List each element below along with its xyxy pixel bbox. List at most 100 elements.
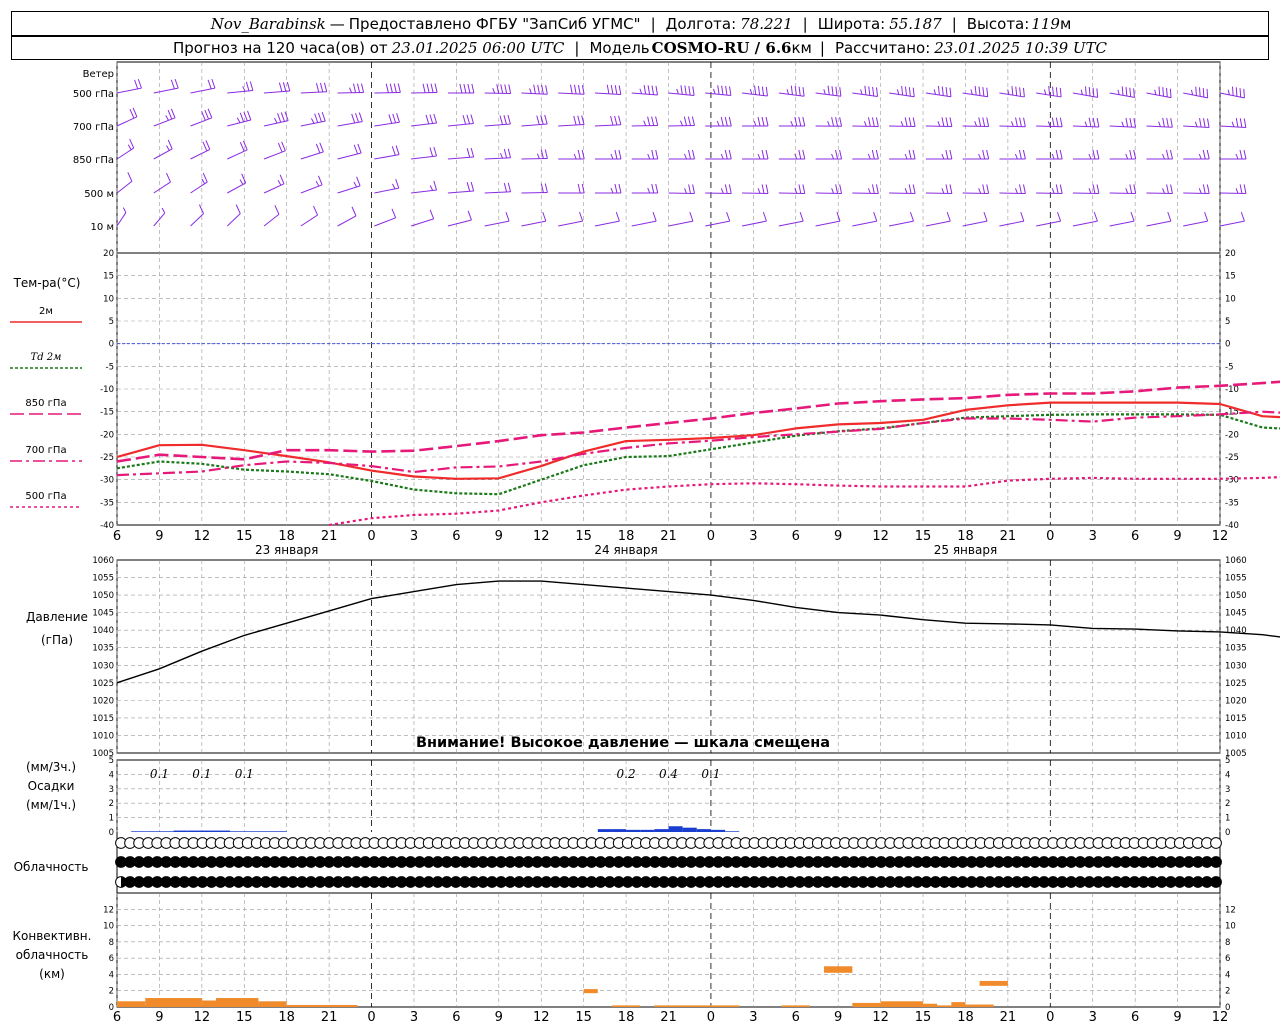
temperature-xtick: 0	[707, 529, 715, 544]
convective-xtick: 9	[495, 1010, 503, 1024]
precip-label-1: 0.1	[192, 767, 211, 781]
pressure-ytick-left: 1050	[92, 591, 114, 601]
convective-xtick: 9	[155, 1010, 163, 1024]
temperature-ytick-left: -15	[100, 408, 114, 418]
wind-barb-flag	[129, 138, 135, 149]
wind-barb-flag	[610, 153, 614, 160]
wind-barb-flag	[1239, 184, 1243, 194]
wind-barb-flag	[503, 182, 508, 193]
wind-barb-flag	[134, 79, 139, 90]
convective-xtick: 6	[452, 1010, 460, 1024]
wind-barb-flag	[802, 87, 805, 97]
convective-bar	[965, 1004, 994, 1007]
wind-barb-flag	[618, 85, 622, 95]
wind-barb-flag	[1166, 117, 1169, 128]
day-label-0: 23 января	[255, 543, 318, 557]
wind-barb-flag	[606, 84, 610, 94]
wind-barb-flag	[798, 149, 802, 160]
wind-barb-flag	[761, 116, 765, 127]
wind-barb-flag	[728, 116, 732, 127]
wind-barb-flag	[1206, 184, 1210, 194]
wind-barb-flag	[1092, 117, 1096, 127]
convective-xtick: 9	[1173, 1010, 1181, 1024]
wind-barb-staff	[999, 220, 1024, 227]
wind-barb-flag	[982, 87, 985, 97]
wind-barb-flag	[161, 207, 166, 214]
wind-barb-flag	[429, 209, 435, 220]
wind-barb-flag	[433, 113, 438, 124]
convective-bar	[611, 1005, 641, 1007]
wind-barb-staff	[1219, 220, 1245, 227]
precip-bar	[187, 830, 202, 832]
wind-barb-staff	[116, 212, 127, 227]
wind-barb-flag	[1121, 121, 1125, 127]
wind-barb-flag	[1162, 188, 1165, 194]
wind-barb-flag	[655, 116, 659, 126]
temperature-ytick-right: 15	[1225, 272, 1236, 282]
wind-barb-flag	[167, 139, 173, 150]
wind-barb-flag	[1088, 153, 1092, 160]
wind-barb-staff	[300, 184, 323, 194]
wind-barb-flag	[647, 116, 651, 126]
temperature-series-2	[116, 380, 1280, 463]
wind-barb-flag	[544, 114, 548, 125]
temperature-ytick-left: -20	[100, 430, 114, 440]
temperature-ytick-right: 20	[1225, 249, 1236, 259]
wind-barb-flag	[430, 83, 434, 93]
wind-barb-flag	[503, 148, 508, 159]
wind-barb-flag	[466, 148, 471, 158]
wind-barb-staff	[300, 214, 318, 227]
wind-barb-flag	[317, 175, 323, 185]
wind-barb-flag	[618, 149, 622, 160]
wind-barb-flag	[1055, 87, 1058, 97]
wind-barb-staff	[668, 220, 694, 227]
wind-barb-flag	[651, 85, 655, 95]
wind-barb-flag	[569, 84, 573, 94]
wind-barb-staff	[227, 90, 253, 94]
convective-ytick-right: 6	[1225, 954, 1230, 964]
wind-barb-flag	[982, 117, 986, 127]
pressure-ytick-left: 1045	[92, 609, 114, 619]
wind-barb-flag	[391, 146, 396, 156]
precip-ytick-right: 1	[1225, 814, 1230, 824]
wind-barb-flag	[467, 210, 472, 221]
pressure-ytick-left: 1030	[92, 661, 114, 671]
wind-barb-staff	[374, 154, 400, 160]
wind-barb-flag	[867, 188, 871, 194]
meteogram-chart: -40 -40-35 -35-30 -30-25 -25-20 -20-15 -15-10-…	[10, 61, 1280, 1024]
temperature-ytick-left: 10	[103, 294, 114, 304]
wind-barb-flag	[912, 117, 916, 127]
wind-barb-staff	[925, 220, 951, 227]
wind-barb-flag	[434, 83, 438, 93]
wind-barb-staff	[815, 220, 841, 227]
wind-barb-flag	[839, 184, 843, 194]
wind-barb-flag	[1170, 118, 1173, 128]
wind-barb-flag	[761, 184, 765, 194]
wind-barb-staff	[153, 148, 173, 160]
wind-barb-flag	[610, 187, 614, 194]
wind-barb-flag	[831, 188, 835, 194]
wind-barb-flag	[137, 78, 142, 89]
pressure-ytick-right: 1010	[1225, 731, 1247, 741]
wind-barb-flag	[720, 116, 724, 127]
convective-ytick-left: 2	[109, 987, 114, 997]
wind-barb-flag	[1088, 188, 1092, 194]
wind-barb-flag	[536, 115, 540, 125]
wind-barb-flag	[537, 84, 540, 94]
wind-barb-staff	[484, 191, 511, 194]
temperature-xtick: 18	[618, 529, 635, 544]
wind-barb-flag	[462, 115, 467, 125]
wind-barb-staff	[411, 189, 437, 194]
temperature-xtick: 9	[155, 529, 163, 544]
wind-barb-flag	[165, 115, 169, 121]
wind-barb-flag	[1096, 184, 1100, 194]
wind-barb-flag	[1204, 211, 1209, 222]
wind-barb-flag	[541, 84, 544, 95]
precip-ytick-right: 2	[1225, 799, 1230, 809]
wind-barb-flag	[499, 115, 503, 125]
convective-ytick-right: 8	[1225, 938, 1230, 948]
convective-xtick: 21	[321, 1010, 338, 1024]
convective-ytick-left: 8	[109, 938, 114, 948]
wind-barb-flag	[651, 116, 655, 126]
precip-label-3: 0.2	[617, 767, 636, 781]
